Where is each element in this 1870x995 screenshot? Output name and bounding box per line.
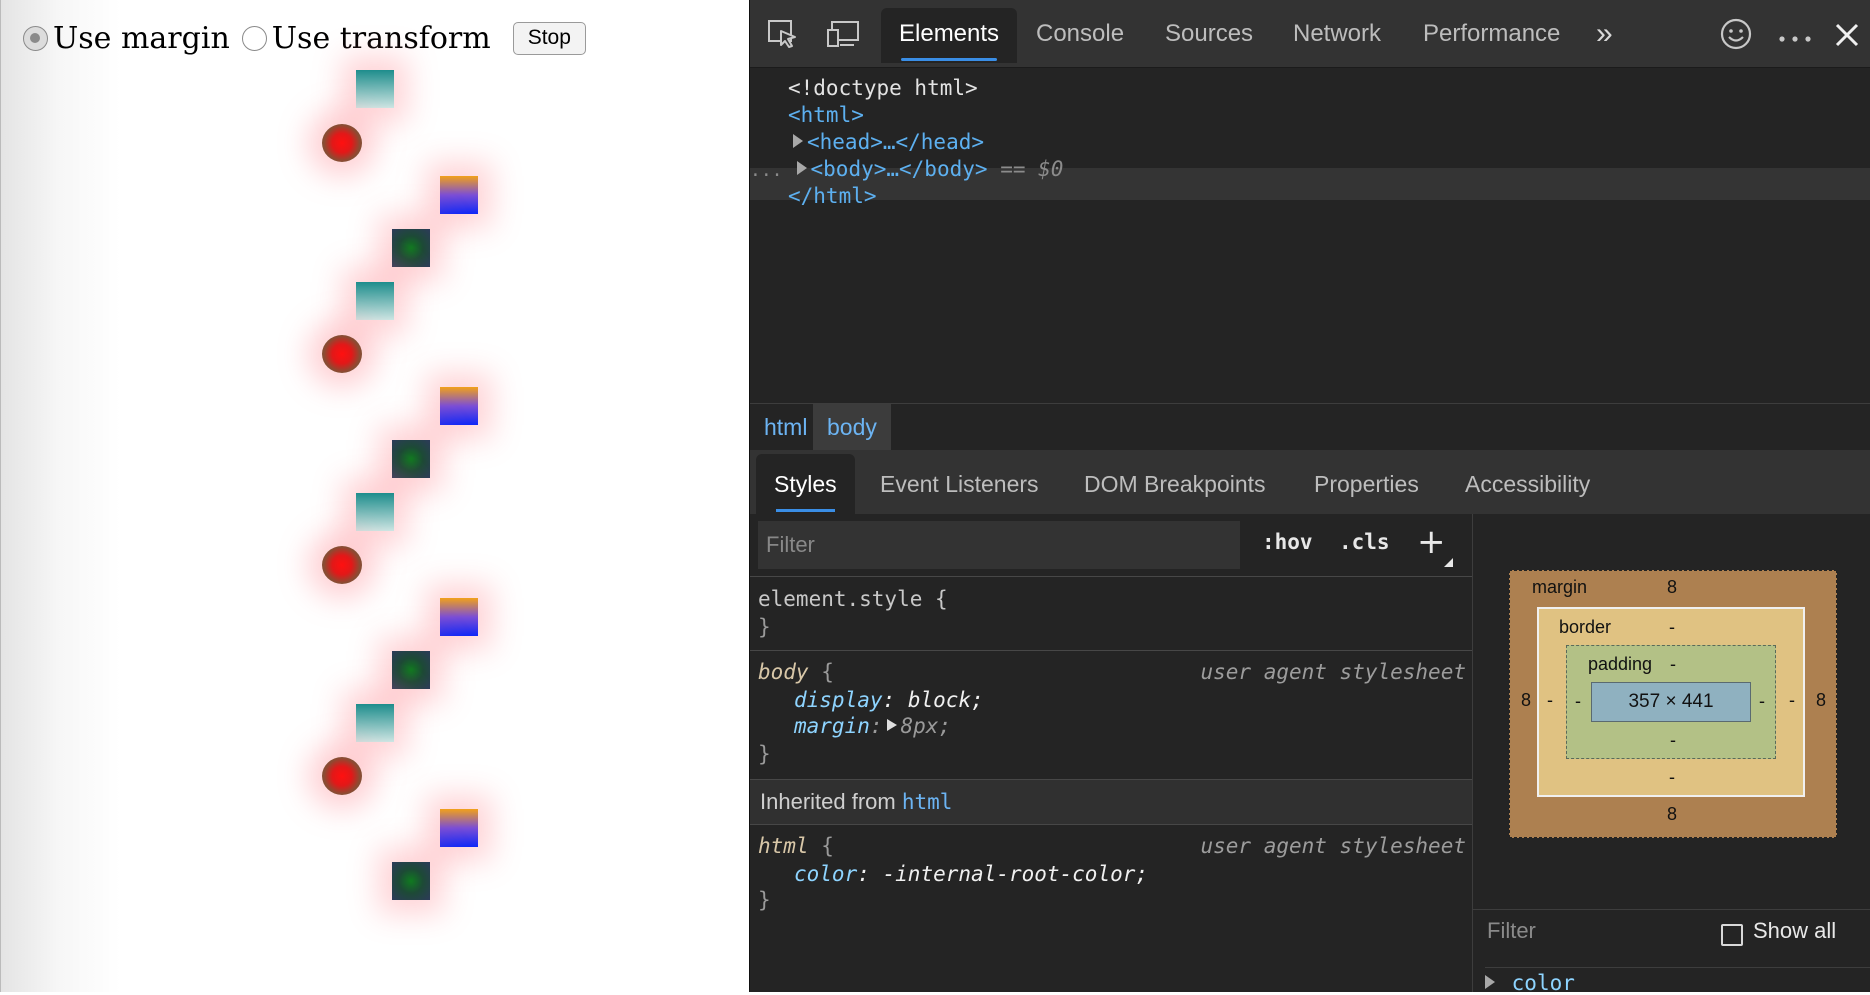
inspect-icon[interactable]: [767, 18, 799, 55]
teal-square: [356, 493, 394, 531]
feedback-smiley-icon[interactable]: [1719, 17, 1753, 56]
devtools-toolbar: Elements Console Sources Network Perform…: [750, 0, 1870, 68]
new-style-rule-button[interactable]: +: [1417, 522, 1446, 562]
node-ellipsis: ...: [750, 160, 783, 181]
margin-declaration[interactable]: margin: 8px;: [794, 711, 951, 741]
tab-sources[interactable]: Sources: [1165, 8, 1253, 63]
border-right-value[interactable]: -: [1789, 690, 1795, 711]
new-style-rule-menu-icon[interactable]: [1444, 558, 1453, 567]
body-selector: body {: [758, 660, 834, 684]
use-transform-label[interactable]: Use transform: [272, 21, 491, 56]
red-ball: [322, 124, 362, 162]
demo-controls: Use margin Use transform Stop: [23, 18, 586, 58]
expand-body-icon[interactable]: [796, 161, 807, 175]
margin-right-value[interactable]: 8: [1816, 690, 1826, 711]
styles-filter-input[interactable]: [758, 521, 1240, 569]
teal-square: [356, 70, 394, 108]
orange-blue-square: [440, 387, 478, 425]
show-all-checkbox[interactable]: [1721, 924, 1743, 946]
use-margin-label[interactable]: Use margin: [53, 21, 230, 56]
expand-property-icon[interactable]: [1485, 975, 1495, 989]
breadcrumb-body[interactable]: body: [813, 404, 891, 450]
border-bottom-value[interactable]: -: [1669, 767, 1675, 788]
html-close-node[interactable]: </html>: [788, 180, 877, 212]
margin-bottom-value[interactable]: 8: [1667, 804, 1677, 825]
hov-toggle[interactable]: :hov: [1262, 530, 1313, 554]
teal-square: [356, 282, 394, 320]
tab-elements[interactable]: Elements: [881, 8, 1018, 63]
tab-accessibility[interactable]: Accessibility: [1465, 454, 1590, 514]
green-square: [392, 440, 430, 478]
tab-event-listeners[interactable]: Event Listeners: [880, 454, 1039, 514]
padding-right-value[interactable]: -: [1759, 691, 1765, 712]
html-rule-close: }: [758, 888, 771, 912]
expand-head-icon[interactable]: [793, 134, 803, 148]
green-square: [392, 862, 430, 900]
box-model-border[interactable]: border - - - - padding - - - - 357 × 441: [1537, 607, 1805, 797]
tab-properties[interactable]: Properties: [1314, 454, 1419, 514]
use-transform-radio[interactable]: [241, 25, 267, 51]
body-style-rule[interactable]: body { user agent stylesheet display: bl…: [750, 651, 1472, 779]
show-all-label[interactable]: Show all: [1753, 918, 1836, 944]
box-model-margin[interactable]: margin 8 8 8 8 border - - - - padding - …: [1509, 570, 1837, 838]
breadcrumb-html[interactable]: html: [750, 404, 821, 450]
styles-pane: :hov .cls + element.style { } body { use…: [750, 514, 1473, 992]
margin-left-value[interactable]: 8: [1521, 690, 1531, 711]
more-tabs-icon[interactable]: »: [1596, 8, 1613, 63]
element-style-selector: element.style {: [758, 587, 948, 611]
padding-top-value[interactable]: -: [1670, 654, 1676, 675]
green-square: [392, 229, 430, 267]
teal-square: [356, 704, 394, 742]
inherited-html-link[interactable]: html: [902, 790, 953, 814]
close-icon[interactable]: [1834, 22, 1860, 53]
html-rule-source[interactable]: user agent stylesheet: [1200, 831, 1466, 861]
use-margin-radio[interactable]: [23, 25, 48, 51]
tab-dom-breakpoints[interactable]: DOM Breakpoints: [1084, 454, 1266, 514]
border-top-value[interactable]: -: [1669, 617, 1675, 638]
screen: Use margin Use transform Stop Elements C…: [0, 0, 1870, 995]
computed-filter-input[interactable]: Filter: [1487, 918, 1536, 944]
red-ball: [322, 335, 362, 373]
tab-styles[interactable]: Styles: [756, 454, 855, 514]
orange-blue-square: [440, 598, 478, 636]
demo-page: Use margin Use transform Stop: [0, 0, 749, 992]
more-options-icon[interactable]: [1778, 30, 1812, 48]
orange-blue-square: [440, 176, 478, 214]
stop-button[interactable]: Stop: [512, 21, 586, 55]
selected-marker: == $0: [1000, 157, 1064, 181]
dom-tree: <!doctype html> <html> <head>…</head> ..…: [750, 68, 1870, 402]
orange-blue-square: [440, 809, 478, 847]
html-style-rule[interactable]: html { user agent stylesheet color: -int…: [750, 825, 1472, 925]
devtools-panel: Elements Console Sources Network Perform…: [749, 0, 1870, 995]
padding-left-value[interactable]: -: [1575, 691, 1581, 712]
expand-shorthand-icon[interactable]: [886, 719, 897, 731]
tab-network[interactable]: Network: [1293, 8, 1381, 63]
sidebar-tabs: Styles Event Listeners DOM Breakpoints P…: [750, 450, 1870, 514]
green-square: [392, 651, 430, 689]
tab-console[interactable]: Console: [1036, 8, 1124, 63]
inherited-from-header: Inherited from html: [750, 780, 1472, 824]
element-style-close: }: [758, 615, 771, 639]
body-rule-source[interactable]: user agent stylesheet: [1200, 657, 1466, 687]
tab-performance[interactable]: Performance: [1423, 8, 1560, 63]
device-toolbar-icon[interactable]: [826, 18, 860, 55]
cls-toggle[interactable]: .cls: [1339, 530, 1390, 554]
border-left-value[interactable]: -: [1547, 690, 1553, 711]
red-ball: [322, 546, 362, 584]
color-declaration[interactable]: color: -internal-root-color;: [794, 859, 1148, 889]
margin-top-value[interactable]: 8: [1667, 577, 1677, 598]
box-model-content[interactable]: 357 × 441: [1591, 682, 1751, 722]
computed-property-row[interactable]: color: [1485, 967, 1870, 995]
html-selector: html {: [758, 834, 834, 858]
computed-property-name: color: [1511, 971, 1575, 995]
red-ball: [322, 757, 362, 795]
computed-pane: margin 8 8 8 8 border - - - - padding - …: [1473, 514, 1870, 995]
body-rule-close: }: [758, 742, 771, 766]
padding-bottom-value[interactable]: -: [1670, 730, 1676, 751]
breadcrumb: html body: [750, 403, 1870, 451]
divider: [750, 576, 1472, 577]
box-model-padding[interactable]: padding - - - - 357 × 441: [1566, 645, 1776, 759]
computed-filter-row: Filter Show all: [1473, 909, 1870, 956]
